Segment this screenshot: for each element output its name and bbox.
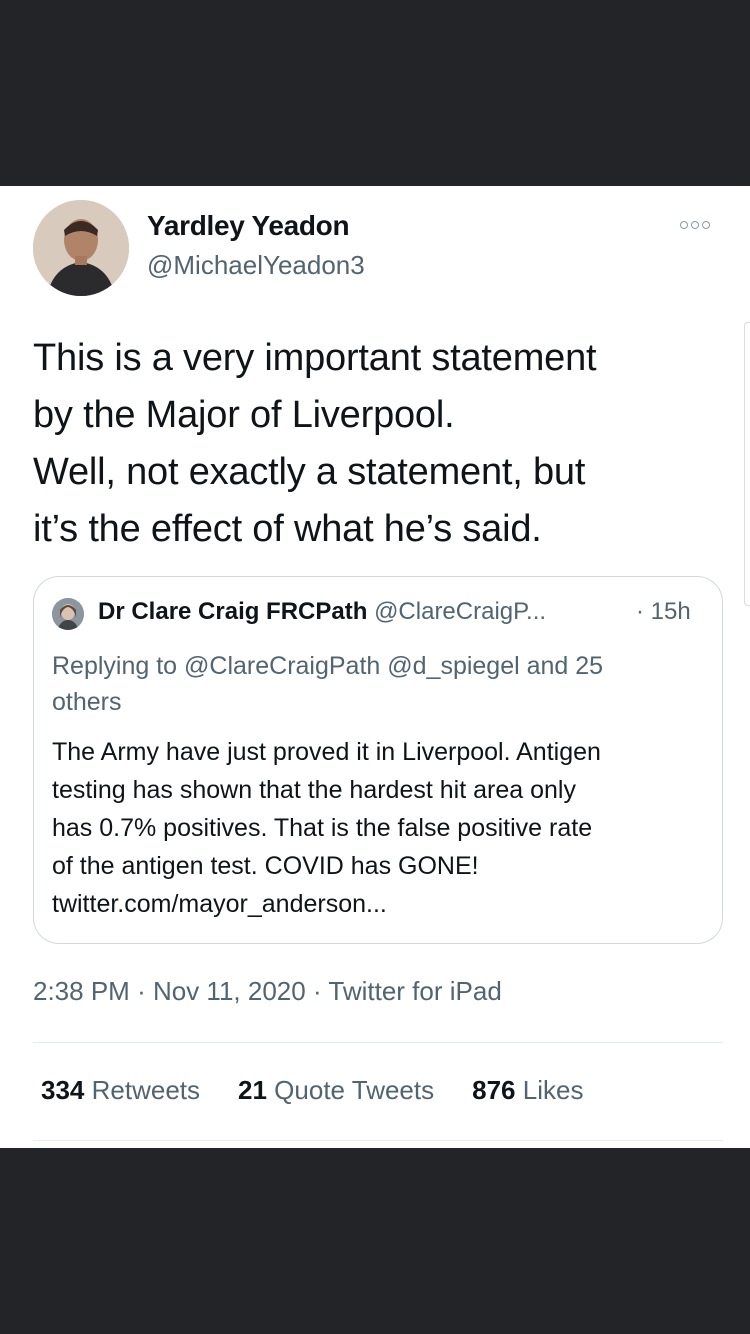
scroll-handle[interactable] <box>744 322 750 606</box>
quoted-author-avatar[interactable] <box>52 598 84 630</box>
replying-to-line: Replying to @ClareCraigPath @d_spiegel a… <box>52 652 604 680</box>
quoted-header: Dr Clare Craig FRCPath @ClareCraigP... <box>98 598 546 626</box>
quoted-author-name[interactable]: Dr Clare Craig FRCPath <box>98 598 367 625</box>
separator: · <box>312 976 322 1006</box>
quoted-text-line: of the antigen test. COVID has GONE! <box>52 852 479 880</box>
quoted-text-line: The Army have just proved it in Liverpoo… <box>52 738 601 766</box>
author-name[interactable]: Yardley Yeadon <box>147 210 350 242</box>
author-avatar[interactable] <box>33 200 129 296</box>
tweet-text: This is a very important statement by th… <box>33 330 723 558</box>
tweet-date[interactable]: Nov 11, 2020 <box>153 976 306 1006</box>
quote-tweets-count: 21 <box>238 1075 267 1105</box>
avatar-photo <box>33 200 129 296</box>
quote-tweets-stat[interactable]: 21 Quote Tweets <box>238 1075 434 1106</box>
author-handle[interactable]: @MichaelYeadon3 <box>147 250 365 281</box>
retweets-label: Retweets <box>91 1075 201 1105</box>
more-options-icon[interactable] <box>680 218 724 232</box>
quoted-author-handle[interactable]: @ClareCraigP... <box>374 598 546 625</box>
replying-to-line: others <box>52 688 122 716</box>
avatar-photo <box>52 598 84 630</box>
tweet-text-line: Well, not exactly a statement, but <box>33 451 586 493</box>
tweet-text-line: This is a very important statement <box>33 337 597 379</box>
retweets-count: 334 <box>41 1075 85 1105</box>
retweets-stat[interactable]: 334 Retweets <box>41 1075 200 1106</box>
quoted-text: The Army have just proved it in Liverpoo… <box>52 733 712 923</box>
tweet-stats: 334 Retweets 21 Quote Tweets 876 Likes <box>41 1075 583 1106</box>
tweet-meta: 2:38 PM · Nov 11, 2020 · Twitter for iPa… <box>33 976 502 1007</box>
divider <box>33 1140 723 1141</box>
dot-icon <box>680 221 688 229</box>
tweet-time[interactable]: 2:38 PM <box>33 976 130 1006</box>
dot-icon <box>702 221 710 229</box>
likes-count: 876 <box>472 1075 516 1105</box>
tweet-source[interactable]: Twitter for iPad <box>328 976 501 1006</box>
likes-stat[interactable]: 876 Likes <box>472 1075 583 1106</box>
likes-label: Likes <box>522 1075 584 1105</box>
tweet-text-line: by the Major of Liverpool. <box>33 394 455 436</box>
divider <box>33 1042 723 1043</box>
separator: · <box>137 976 146 1006</box>
quoted-text-line: has 0.7% positives. That is the false po… <box>52 814 593 842</box>
tweet-text-line: it’s the effect of what he’s said. <box>33 508 542 550</box>
quoted-timestamp: · 15h <box>636 598 691 625</box>
quoted-text-line: testing has shown that the hardest hit a… <box>52 776 576 804</box>
quoted-link[interactable]: twitter.com/mayor_anderson... <box>52 885 712 923</box>
replying-to: Replying to @ClareCraigPath @d_spiegel a… <box>52 648 702 720</box>
quote-tweets-label: Quote Tweets <box>274 1075 435 1105</box>
dot-icon <box>691 221 699 229</box>
